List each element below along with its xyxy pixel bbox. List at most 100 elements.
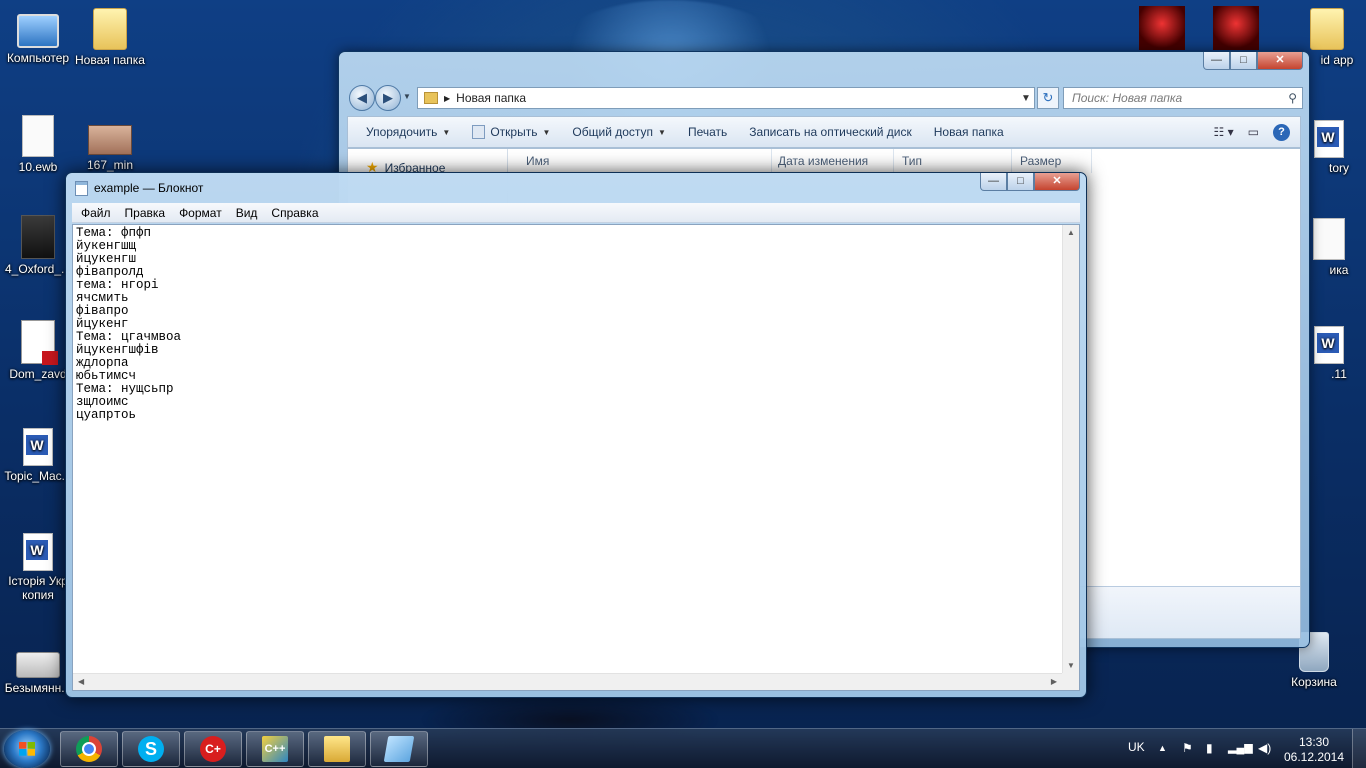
- search-icon[interactable]: ⚲: [1288, 88, 1297, 108]
- open-button[interactable]: Открыть ▼: [464, 125, 564, 139]
- column-headers: Имя Дата изменения Тип Размер: [512, 149, 1300, 173]
- history-dropdown-icon[interactable]: ▼: [403, 92, 411, 101]
- maximize-button[interactable]: □: [1230, 52, 1257, 70]
- column-size[interactable]: Размер: [1012, 149, 1092, 173]
- desktop-icon-label: 10.ewb: [18, 160, 58, 174]
- text-line: цуапртоь: [76, 408, 137, 422]
- computer-icon: [17, 14, 59, 48]
- breadcrumb-arrow-icon[interactable]: ▶: [444, 94, 450, 103]
- clock[interactable]: 13:30 06.12.2014: [1282, 735, 1346, 765]
- minimize-button[interactable]: —: [980, 173, 1007, 191]
- menu-edit[interactable]: Правка: [118, 206, 173, 220]
- desktop-icon-label: Новая папка: [75, 53, 145, 67]
- desktop-icon-label: tory: [1328, 161, 1349, 175]
- desktop-icon-label: Історія Укр копия: [8, 574, 68, 602]
- column-date-modified[interactable]: Дата изменения: [772, 149, 894, 173]
- notepad-icon: [472, 125, 486, 139]
- share-button[interactable]: Общий доступ ▼: [564, 125, 680, 139]
- column-name[interactable]: Имя: [512, 149, 772, 173]
- language-indicator[interactable]: UK: [1128, 740, 1145, 754]
- share-label: Общий доступ: [572, 125, 654, 139]
- resize-grip[interactable]: [1062, 673, 1079, 690]
- taskbar-cpp[interactable]: C+: [184, 731, 242, 767]
- folder-icon: [424, 92, 438, 104]
- back-button[interactable]: ◀: [349, 85, 375, 111]
- close-button[interactable]: ✕: [1257, 52, 1303, 70]
- codeblocks-icon: C++: [262, 736, 288, 762]
- address-bar[interactable]: ▶ Новая папка ▼: [417, 87, 1035, 109]
- view-options-icon[interactable]: ☷ ▾: [1214, 125, 1234, 139]
- desktop-icon-label: Корзина: [1291, 675, 1337, 689]
- notepad-caption-buttons: — □ ✕: [980, 173, 1080, 191]
- taskbar-chrome[interactable]: [60, 731, 118, 767]
- refresh-button[interactable]: ↻: [1037, 87, 1059, 109]
- desktop-icon-game-2[interactable]: [1198, 6, 1274, 53]
- action-center-icon[interactable]: ⚑: [1182, 741, 1193, 755]
- desktop-icon-167-min[interactable]: 167_min: [72, 115, 148, 172]
- breadcrumb-current[interactable]: Новая папка: [456, 91, 526, 105]
- scroll-down-icon[interactable]: ▼: [1067, 661, 1075, 670]
- taskbar-explorer[interactable]: [308, 731, 366, 767]
- menu-view[interactable]: Вид: [229, 206, 265, 220]
- notepad-icon: [383, 736, 415, 762]
- print-button[interactable]: Печать: [680, 125, 741, 139]
- taskbar-codeblocks[interactable]: C++: [246, 731, 304, 767]
- scroll-left-icon[interactable]: ◀: [78, 677, 84, 686]
- desktop-icon-label: 167_min: [86, 158, 134, 172]
- text-content[interactable]: Тема: фпфп йукенгшщ йцукенгш фівапролд т…: [76, 227, 1059, 672]
- burn-label: Записать на оптический диск: [749, 125, 912, 139]
- text-line: фівапролд: [76, 265, 144, 279]
- scroll-up-icon[interactable]: ▲: [1067, 228, 1075, 237]
- clock-time: 13:30: [1298, 735, 1330, 749]
- show-hidden-icons-icon[interactable]: ▲: [1158, 743, 1167, 753]
- desktop-icon-game-1[interactable]: [1124, 6, 1200, 53]
- explorer-command-bar: Упорядочить ▼ Открыть ▼ Общий доступ ▼ Печа…: [347, 116, 1301, 148]
- close-button[interactable]: ✕: [1034, 173, 1080, 191]
- scanner-icon: [16, 652, 60, 678]
- text-line: ждлорпа: [76, 356, 129, 370]
- menu-format[interactable]: Формат: [172, 206, 229, 220]
- text-editor[interactable]: Тема: фпфп йукенгшщ йцукенгш фівапролд т…: [72, 224, 1080, 691]
- preview-pane-icon[interactable]: ▭: [1248, 125, 1259, 139]
- desktop-icon-new-folder[interactable]: Новая папка: [72, 8, 148, 67]
- minimize-button[interactable]: —: [1203, 52, 1230, 70]
- desktop-icon-computer[interactable]: Компьютер: [0, 8, 76, 65]
- open-label: Открыть: [490, 125, 538, 139]
- desktop-icon-label: Безымянн...: [4, 681, 72, 695]
- notepad-window[interactable]: example — Блокнот — □ ✕ Файл Правка Форм…: [65, 172, 1087, 698]
- notepad-icon: [75, 181, 88, 196]
- taskbar-notepad[interactable]: [370, 731, 428, 767]
- network-icon[interactable]: ▂▄▆: [1228, 741, 1253, 754]
- skype-icon: S: [138, 736, 164, 762]
- forward-button[interactable]: ▶: [375, 85, 401, 111]
- text-line: йукенгшщ: [76, 239, 137, 253]
- explorer-caption-buttons: — □ ✕: [1203, 52, 1303, 70]
- burn-button[interactable]: Записать на оптический диск: [741, 125, 926, 139]
- game-icon: [1139, 6, 1185, 50]
- help-icon[interactable]: ?: [1273, 123, 1290, 141]
- organize-button[interactable]: Упорядочить ▼: [358, 125, 464, 139]
- horizontal-scrollbar[interactable]: ◀ ▶: [73, 673, 1062, 690]
- show-desktop-button[interactable]: [1352, 729, 1366, 768]
- folder-icon: [93, 8, 127, 50]
- new-folder-label: Новая папка: [933, 125, 1004, 139]
- menu-file[interactable]: Файл: [74, 206, 118, 220]
- search-input[interactable]: Поиск: Новая папка ⚲: [1063, 87, 1303, 109]
- address-dropdown-icon[interactable]: ▼: [1018, 93, 1034, 104]
- menu-bar: Файл Правка Формат Вид Справка: [72, 203, 1080, 223]
- desktop-icon-10-ewb[interactable]: 10.ewb: [0, 115, 76, 174]
- desktop-icon-label: id app: [1320, 53, 1354, 67]
- game-icon: [1213, 6, 1259, 50]
- power-icon[interactable]: ▮: [1206, 741, 1213, 755]
- vertical-scrollbar[interactable]: ▲ ▼: [1062, 225, 1079, 673]
- volume-icon[interactable]: ◀): [1258, 741, 1271, 755]
- scroll-right-icon[interactable]: ▶: [1051, 677, 1057, 686]
- taskbar-skype[interactable]: S: [122, 731, 180, 767]
- maximize-button[interactable]: □: [1007, 173, 1034, 191]
- new-folder-button[interactable]: Новая папка: [926, 125, 1018, 139]
- desktop-icon-label: Компьютер: [6, 51, 70, 65]
- start-button[interactable]: [4, 730, 50, 768]
- image-icon: [88, 125, 132, 155]
- column-type[interactable]: Тип: [894, 149, 1012, 173]
- menu-help[interactable]: Справка: [264, 206, 325, 220]
